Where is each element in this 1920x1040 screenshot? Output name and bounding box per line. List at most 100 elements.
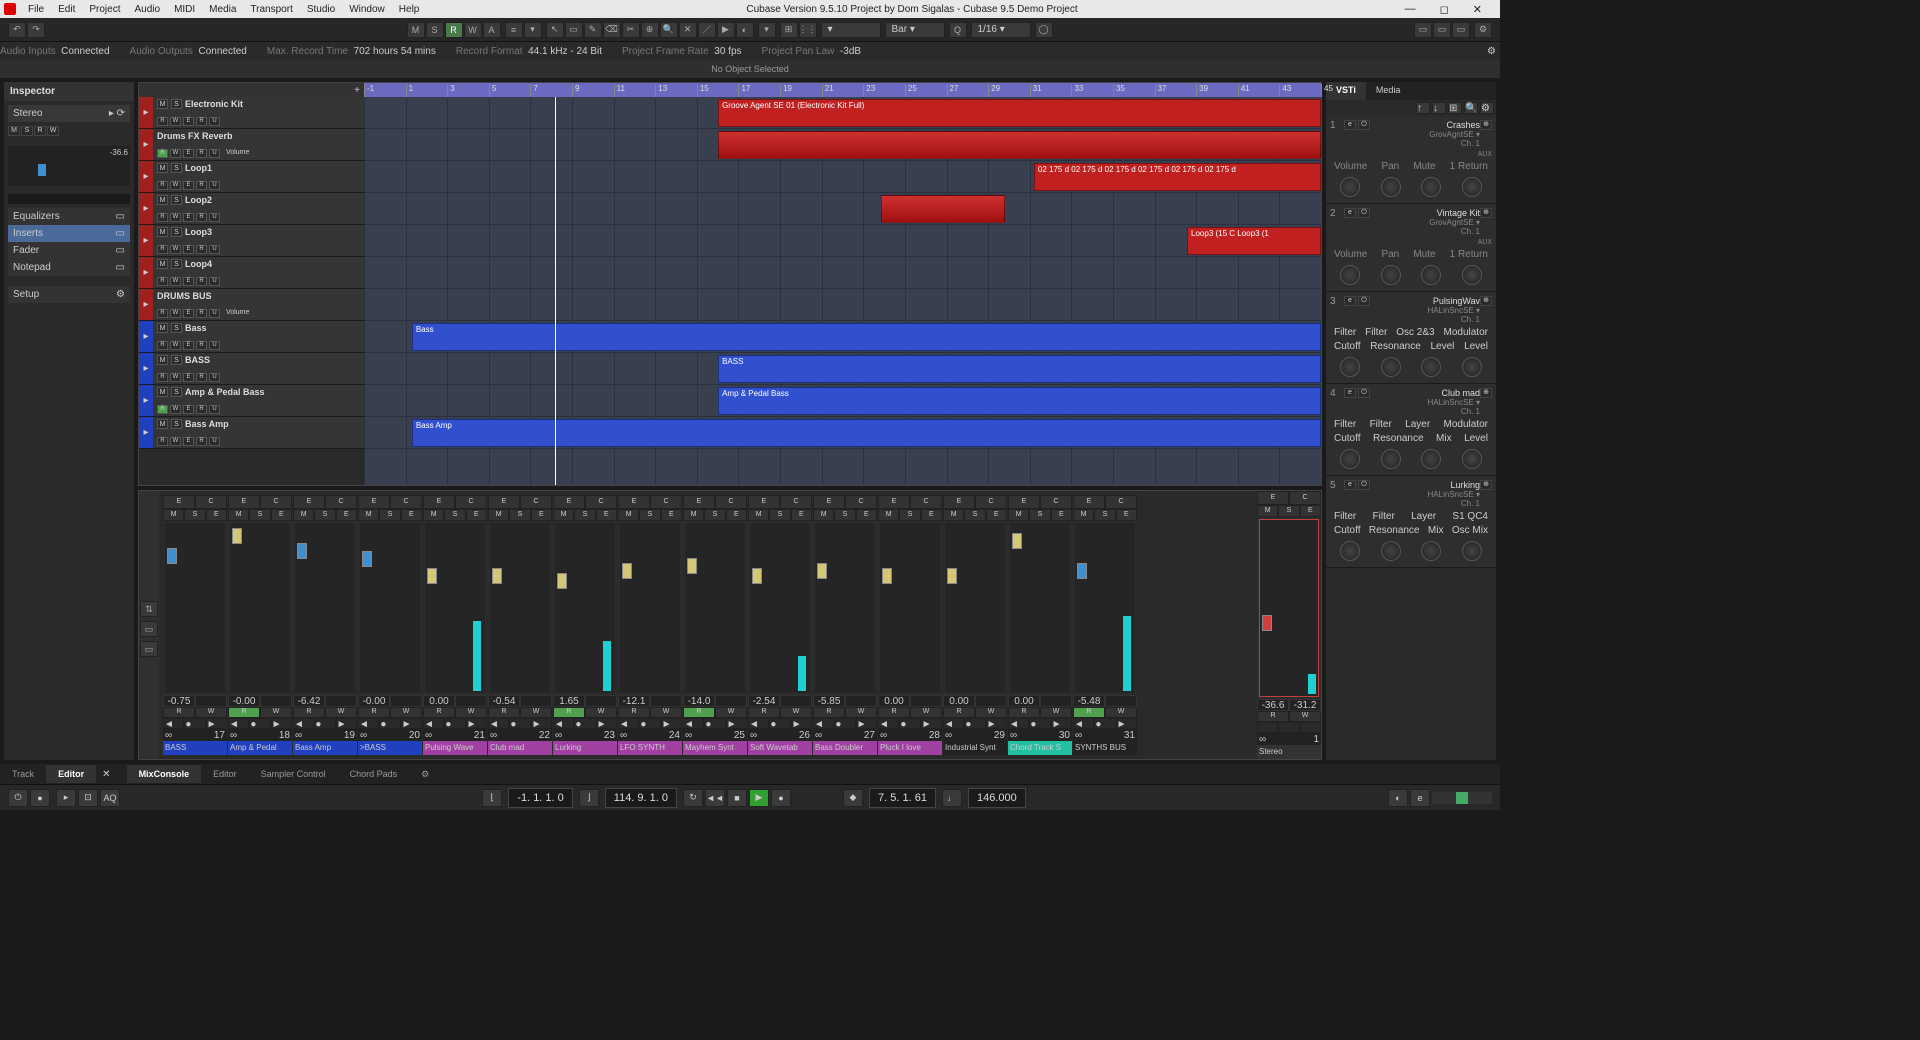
track-mute[interactable]: M [157, 355, 168, 365]
master-fader[interactable] [1259, 519, 1319, 697]
snap-type-dropdown[interactable]: ▾ [821, 22, 881, 38]
solo-toggle[interactable]: S [426, 22, 444, 38]
strip-s[interactable]: S [574, 509, 595, 521]
vsti-edit[interactable]: e [1344, 296, 1356, 306]
strip-b2[interactable]: ● [184, 718, 205, 729]
strip-link[interactable]: ∞ [685, 730, 692, 741]
rp-search-icon[interactable]: 🔍 [1464, 102, 1478, 114]
master-e[interactable]: E [1300, 505, 1321, 517]
strip-name[interactable]: Mayhem Synt [683, 741, 747, 755]
strip-b1[interactable]: ◄ [943, 718, 964, 729]
strip-fader[interactable] [620, 523, 680, 693]
strip-write[interactable]: W [975, 707, 1007, 718]
track-e[interactable]: E [183, 277, 194, 286]
vsti-power[interactable]: ⏻ [1358, 296, 1370, 306]
vsti-item[interactable]: 3e⏻PulsingWavHALinSncSE ▾Ch. 1⊕FilterFil… [1326, 292, 1496, 384]
strip-link[interactable]: ∞ [1010, 730, 1017, 741]
mute-toggle[interactable]: M [407, 22, 425, 38]
strip-name[interactable]: SYNTHS BUS [1073, 741, 1137, 755]
strip-s[interactable]: S [704, 509, 725, 521]
fader-handle[interactable] [882, 568, 892, 584]
menu-project[interactable]: Project [83, 2, 126, 17]
close-button[interactable]: ✕ [1467, 1, 1488, 18]
status-gear-icon[interactable]: ⚙ [1487, 46, 1496, 57]
track-solo[interactable]: S [171, 99, 182, 109]
master-link[interactable]: ∞ [1259, 734, 1266, 745]
vsti-knob[interactable] [1421, 357, 1441, 377]
minimize-button[interactable]: — [1399, 1, 1422, 18]
clip[interactable]: BASS [718, 355, 1321, 383]
track-mute[interactable]: M [157, 387, 168, 397]
strip-b2[interactable]: ● [834, 718, 855, 729]
strip-fader[interactable] [750, 523, 810, 693]
range-tool[interactable]: ▭ [565, 22, 583, 38]
trans-rec-mode[interactable]: ● [30, 789, 50, 807]
strip-name[interactable]: LFO SYNTH [618, 741, 682, 755]
track-w[interactable]: W [170, 245, 181, 254]
strip-fader[interactable] [490, 523, 550, 693]
strip-b3[interactable]: ► [1116, 718, 1137, 729]
trans-rewind[interactable]: ◄◄ [705, 789, 725, 807]
clip[interactable]: Loop3 (15 C Loop3 (1 [1187, 227, 1321, 255]
fader-handle[interactable] [817, 563, 827, 579]
grid-toggle[interactable]: ⋮⋮ [799, 22, 817, 38]
scissors-tool[interactable]: ✂ [622, 22, 640, 38]
strip-fader[interactable] [295, 523, 355, 693]
track-r[interactable]: R [196, 437, 207, 446]
strip-c[interactable]: C [650, 495, 682, 509]
vsti-item[interactable]: 1e⏻CrashesGrovAgntSE ▾Ch. 1⊕AUXVolumePan… [1326, 116, 1496, 204]
vsti-knob[interactable] [1381, 177, 1401, 197]
strip-e1[interactable]: E [488, 495, 520, 509]
track-u[interactable]: U [209, 149, 220, 158]
strip-read[interactable]: R [943, 707, 975, 718]
strip-b1[interactable]: ◄ [618, 718, 639, 729]
vsti-knob[interactable] [1462, 265, 1482, 285]
track-u[interactable]: U [209, 245, 220, 254]
strip-link[interactable]: ∞ [555, 730, 562, 741]
vsti-menu[interactable]: ⊕ [1480, 480, 1492, 490]
clip[interactable]: Groove Agent SE 01 (Electronic Kit Full) [718, 99, 1321, 127]
track-e[interactable]: E [183, 117, 194, 126]
insp-setup[interactable]: Setup⚙ [8, 286, 130, 303]
strip-c[interactable]: C [195, 495, 227, 509]
strip-e1[interactable]: E [553, 495, 585, 509]
tab-chordpads[interactable]: Chord Pads [338, 765, 410, 783]
strip-read[interactable]: R [1008, 707, 1040, 718]
track-row[interactable]: ▸MSLoop4RWERU [139, 257, 364, 289]
strip-m[interactable]: M [813, 509, 834, 521]
track-r[interactable]: R [196, 277, 207, 286]
automation-dropdown[interactable]: ▾ [524, 22, 542, 38]
vsti-knob[interactable] [1381, 265, 1401, 285]
strip-write[interactable]: W [325, 707, 357, 718]
strip-e2[interactable]: E [661, 509, 682, 521]
vsti-menu[interactable]: ⊕ [1480, 120, 1492, 130]
strip-e1[interactable]: E [1008, 495, 1040, 509]
quantize-dropdown[interactable]: 1/16 ▾ [971, 22, 1031, 38]
track-u[interactable]: U [209, 117, 220, 126]
track-w[interactable]: W [170, 181, 181, 190]
quantize-apply[interactable]: ◯ [1035, 22, 1053, 38]
strip-e2[interactable]: E [596, 509, 617, 521]
strip-link[interactable]: ∞ [1075, 730, 1082, 741]
strip-name[interactable]: Bass Doubler [813, 741, 877, 755]
trans-stop[interactable]: ■ [727, 789, 747, 807]
quantize-icon[interactable]: Q [949, 22, 967, 38]
track-rec[interactable]: R [157, 373, 168, 382]
strip-e1[interactable]: E [293, 495, 325, 509]
strip-b1[interactable]: ◄ [748, 718, 769, 729]
strip-b3[interactable]: ► [596, 718, 617, 729]
insp-fader-area[interactable]: -36.6 [8, 146, 130, 186]
strip-b2[interactable]: ● [314, 718, 335, 729]
track-mute[interactable]: M [157, 259, 168, 269]
track-u[interactable]: U [209, 437, 220, 446]
strip-fader[interactable] [945, 523, 1005, 693]
strip-b3[interactable]: ► [986, 718, 1007, 729]
track-row[interactable]: ▸MSBassRWERU [139, 321, 364, 353]
track-row[interactable]: ▸DRUMS BUSRWERUVolume [139, 289, 364, 321]
track-mute[interactable]: M [157, 163, 168, 173]
strip-b1[interactable]: ◄ [488, 718, 509, 729]
strip-e1[interactable]: E [618, 495, 650, 509]
color-dropdown[interactable]: ▾ [758, 22, 776, 38]
strip-name[interactable]: Soft Wavetab [748, 741, 812, 755]
strip-m[interactable]: M [943, 509, 964, 521]
